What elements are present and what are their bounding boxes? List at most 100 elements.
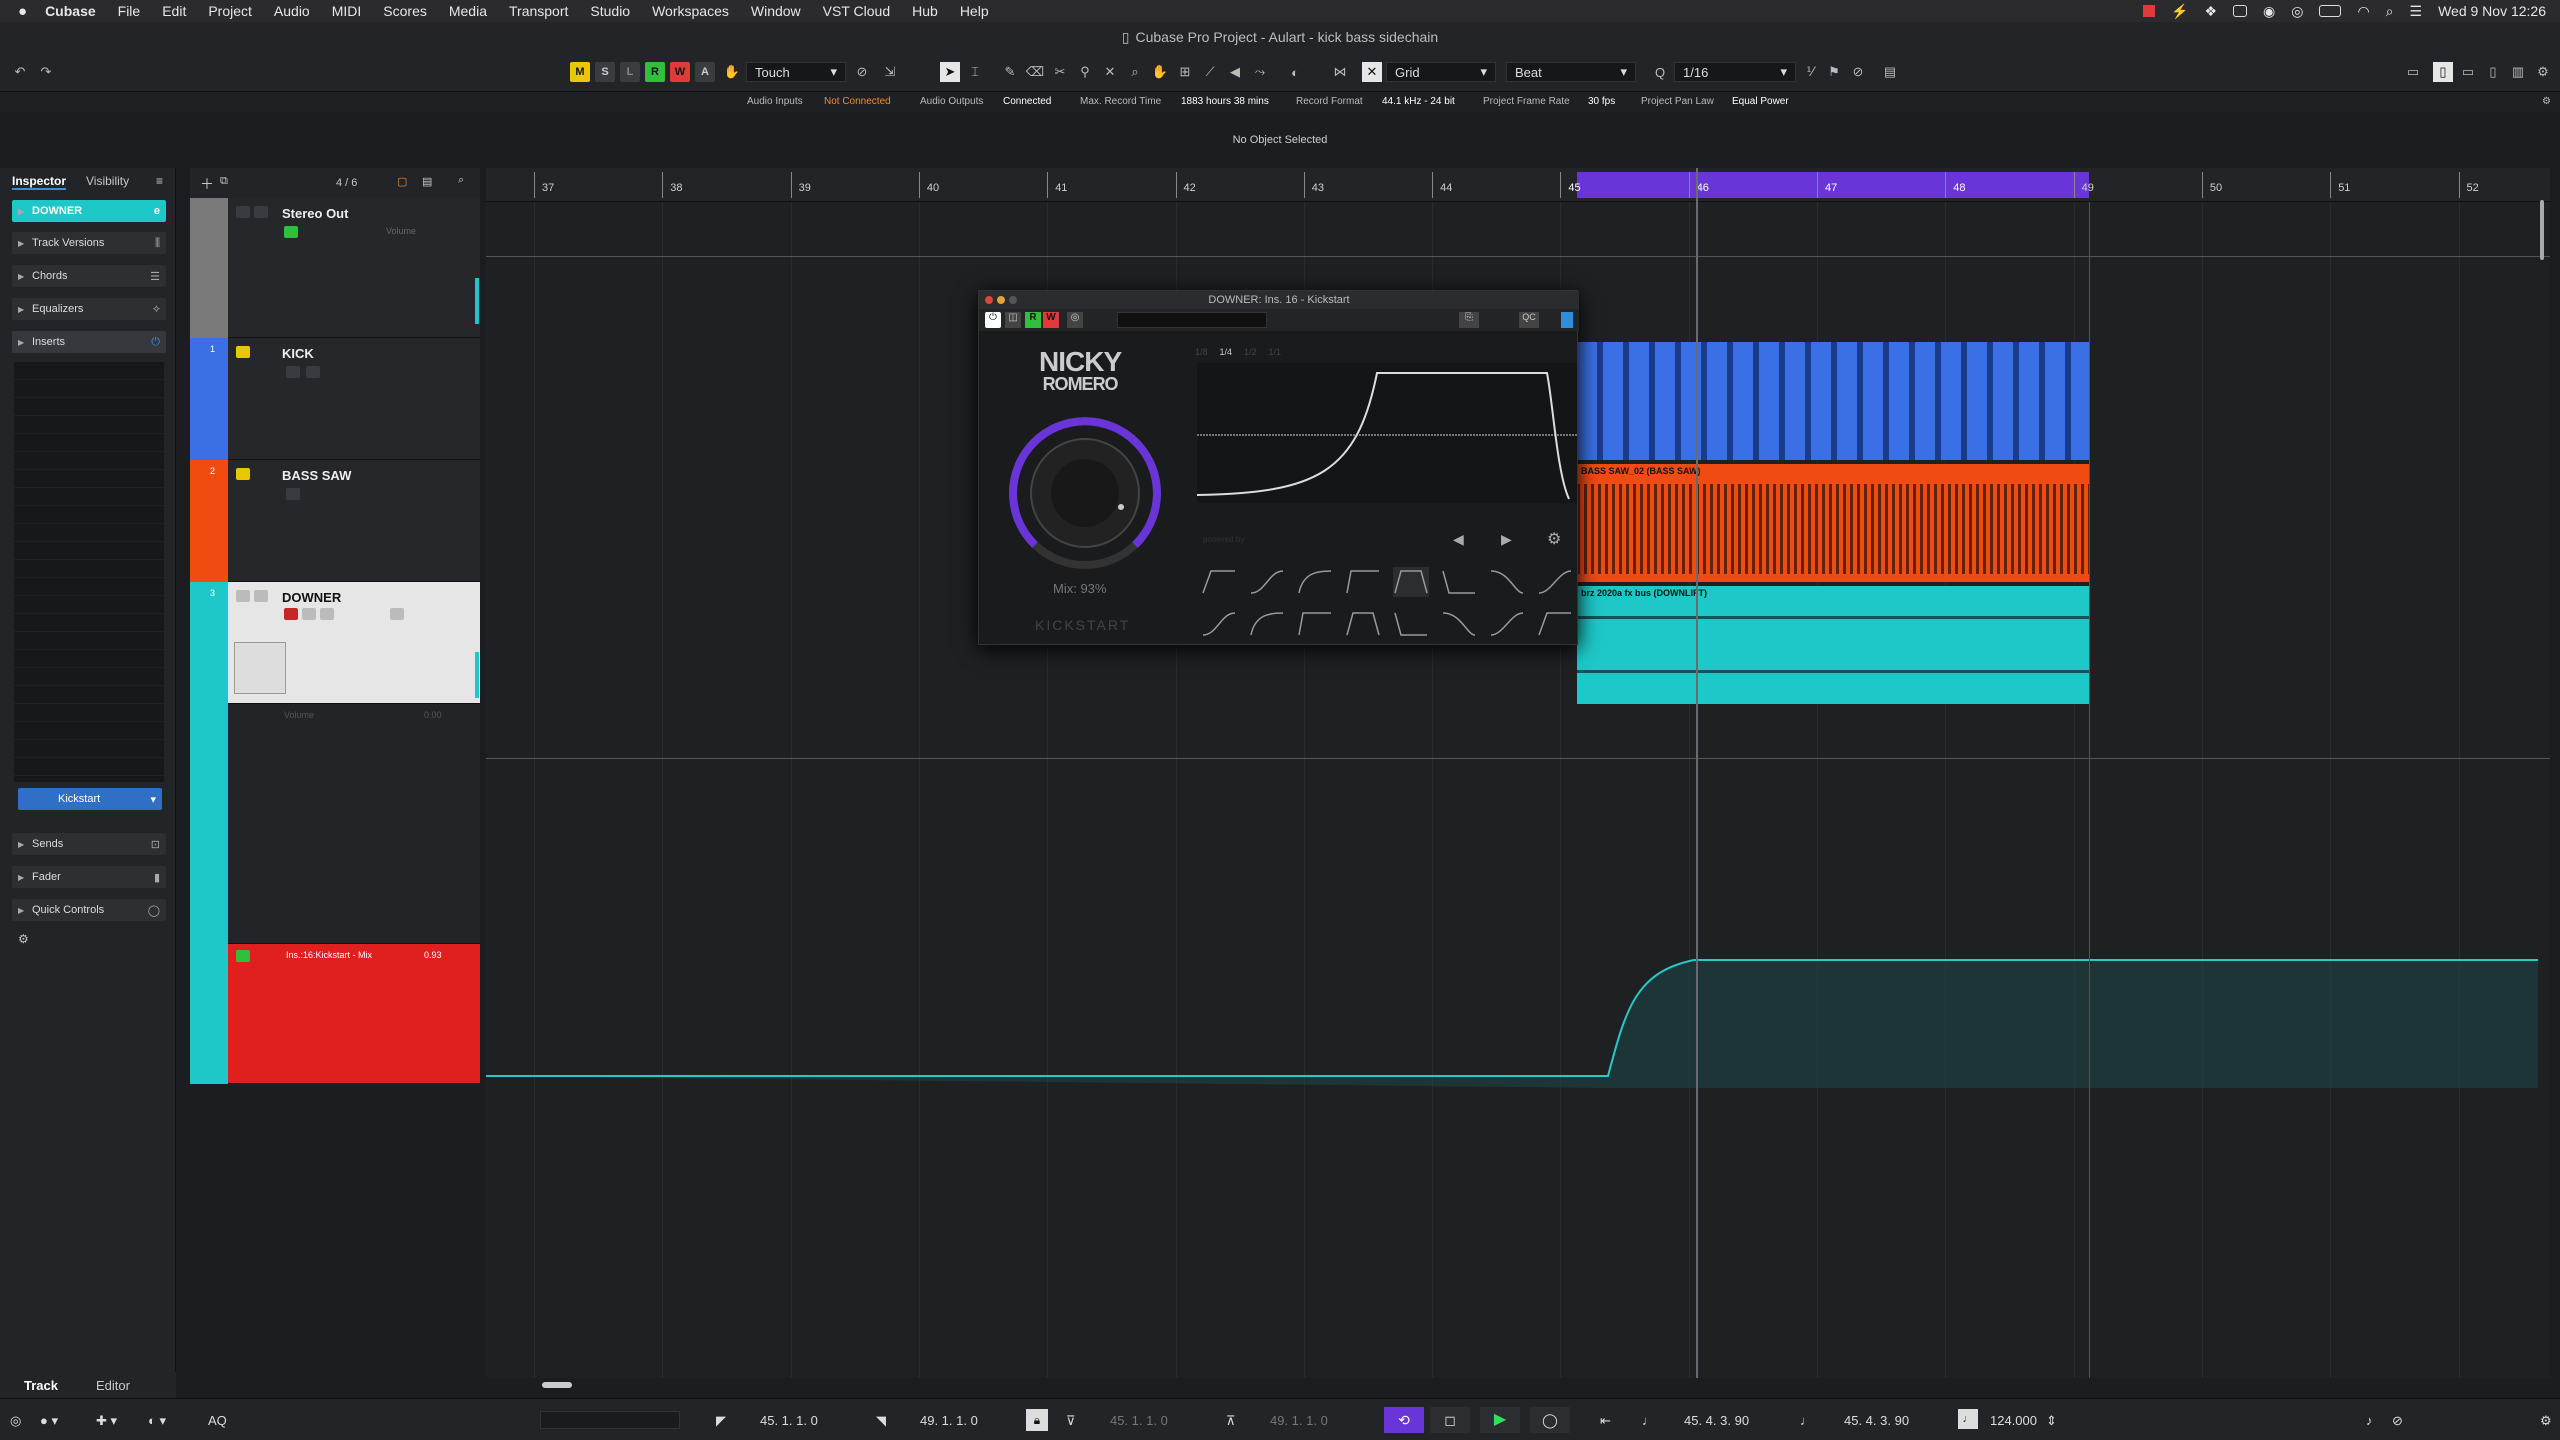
punch-out-time[interactable]: 49. 1. 1. 0	[1270, 1413, 1328, 1428]
read-button[interactable]	[236, 950, 250, 962]
record-status-icon[interactable]	[2143, 5, 2156, 17]
secondary-time-display[interactable]: 45. 4. 3. 90	[1844, 1413, 1909, 1428]
bolt-icon[interactable]: ⚡	[2171, 3, 2188, 20]
inspector-settings-icon[interactable]: ⚙	[18, 932, 29, 946]
rate-1-8[interactable]: 1/8	[1195, 347, 1208, 357]
automation-param-value[interactable]: 0.93	[424, 950, 442, 960]
downer-event[interactable]: brz 2020a fx bus (DOWNLIFT)	[1577, 586, 2089, 704]
plugin-minimize-button[interactable]	[997, 296, 1005, 304]
transport-settings-icon[interactable]: ⚙	[2540, 1413, 2552, 1429]
record-enable-button[interactable]	[284, 608, 298, 620]
insert-slot-kickstart[interactable]: Kickstart ▾	[18, 788, 162, 810]
right-locator[interactable]: 49. 1. 1. 0	[920, 1413, 978, 1428]
plugin-read-button[interactable]: R	[1025, 312, 1041, 328]
tab-inspector[interactable]: Inspector	[12, 174, 67, 190]
track-downer-volume-lane[interactable]: Volume 0.00	[190, 704, 480, 944]
media-icon[interactable]: ◉	[2263, 3, 2275, 20]
snap-type-select[interactable]: Grid ▾	[1386, 62, 1496, 82]
speaker-tool-icon[interactable]: ◀	[1225, 62, 1245, 82]
cycle-button[interactable]: ⟲	[1384, 1407, 1424, 1433]
plugin-zoom-button[interactable]	[1009, 296, 1017, 304]
menu-midi[interactable]: MIDI	[332, 3, 362, 19]
inspector-menu-icon[interactable]: ≡	[156, 174, 163, 190]
mute-button[interactable]	[236, 590, 250, 602]
curve-shape-button[interactable]	[1489, 609, 1525, 639]
solo-button[interactable]	[254, 206, 268, 218]
track-kick[interactable]: 1 KICK	[190, 338, 480, 460]
section-quick-controls[interactable]: Quick Controls◯	[12, 899, 166, 921]
quantize-settings-icon[interactable]: ⚑	[1824, 62, 1844, 82]
frame-rate-value[interactable]: 30 fps	[1588, 96, 1615, 107]
track-bass-saw[interactable]: 2 BASS SAW	[190, 460, 480, 582]
edit-button[interactable]	[320, 608, 334, 620]
line-tool-icon[interactable]: ⟋	[1200, 62, 1220, 82]
track-stereo-out[interactable]: Stereo Out Volume	[190, 198, 480, 338]
curve-shape-button[interactable]	[1393, 567, 1429, 597]
menu-project[interactable]: Project	[208, 3, 252, 19]
horizontal-scrollbar-thumb[interactable]	[542, 1382, 572, 1388]
track-name[interactable]: Stereo Out	[282, 206, 348, 221]
iterative-quantize-icon[interactable]: ⅟	[1800, 62, 1820, 82]
plugin-write-button[interactable]: W	[1043, 312, 1059, 328]
layout-inspector-icon[interactable]: ▯	[2433, 62, 2453, 82]
split-tool-icon[interactable]: ✂	[1050, 62, 1070, 82]
plugin-qc-icon[interactable]: QC	[1519, 312, 1539, 328]
inserts-bypass-icon[interactable]: ⏻	[151, 336, 160, 349]
layout-right-icon[interactable]: ▯	[2483, 62, 2503, 82]
curve-shape-button[interactable]	[1249, 609, 1285, 639]
curve-shape-button[interactable]	[1345, 567, 1381, 597]
read-button[interactable]	[284, 226, 298, 238]
menu-cubase[interactable]: Cubase	[45, 3, 96, 19]
menu-transport[interactable]: Transport	[509, 3, 568, 19]
monitor-button[interactable]	[302, 608, 316, 620]
metronome-icon[interactable]: ♪	[2366, 1413, 2373, 1428]
wifi-icon[interactable]: ◠	[2357, 3, 2369, 20]
prev-shape-icon[interactable]: ◀	[1453, 531, 1464, 548]
user-icon[interactable]: ◎	[2291, 3, 2303, 20]
object-select-tool-icon[interactable]: ➤	[940, 62, 960, 82]
curve-shape-button[interactable]	[1249, 567, 1285, 597]
curve-shape-button[interactable]	[1489, 567, 1525, 597]
solo-state-button[interactable]: S	[595, 62, 615, 82]
pan-law-value[interactable]: Equal Power	[1732, 96, 1789, 107]
apple-menu-icon[interactable]: ●	[18, 3, 27, 20]
track-kickstart-mix-lane[interactable]: Ins.:16:Kickstart - Mix 0.93	[190, 944, 480, 1084]
read-automation-button[interactable]: R	[645, 62, 665, 82]
stop-button[interactable]: ◻	[1430, 1407, 1470, 1433]
curve-shape-button[interactable]	[1537, 609, 1573, 639]
menubar-clock[interactable]: Wed 9 Nov 12:26	[2438, 3, 2546, 19]
plugin-settings-icon[interactable]	[1561, 312, 1573, 328]
tab-visibility[interactable]: Visibility	[86, 174, 129, 190]
nudge-icon[interactable]: ⊘	[1848, 62, 1868, 82]
metronome-mode-icon[interactable]: ◐ ▾	[148, 1413, 166, 1429]
menu-help[interactable]: Help	[960, 3, 989, 19]
quantize-select[interactable]: 1/16 ▾	[1674, 62, 1796, 82]
kick-event[interactable]	[1577, 342, 2089, 460]
plugin-title[interactable]: DOWNER: Ins. 16 - Kickstart	[979, 291, 1579, 309]
click-icon[interactable]: ⊘	[2392, 1413, 2403, 1429]
punch-mode-icon[interactable]: ✚ ▾	[96, 1413, 117, 1429]
vertical-scrollbar-thumb[interactable]	[2540, 200, 2544, 260]
play-button[interactable]: ▶	[1480, 1407, 1520, 1433]
warp-tool-icon[interactable]: ⤳	[1250, 62, 1270, 82]
add-track-icon[interactable]: ＋	[200, 174, 214, 194]
status-settings-icon[interactable]: ⚙	[2542, 96, 2551, 107]
curve-shape-button[interactable]	[1441, 609, 1477, 639]
record-format-value[interactable]: 44.1 kHz - 24 bit	[1382, 96, 1455, 107]
menu-hub[interactable]: Hub	[912, 3, 938, 19]
section-track-versions[interactable]: Track Versions⫼	[12, 232, 166, 254]
lane-param-label[interactable]: Volume	[284, 710, 314, 720]
eraser-tool-icon[interactable]: ⌫	[1025, 62, 1045, 82]
left-locator[interactable]: 45. 1. 1. 0	[760, 1413, 818, 1428]
rate-1-1[interactable]: 1/1	[1269, 347, 1282, 357]
rate-1-4[interactable]: 1/4	[1220, 347, 1233, 357]
plugin-gear-icon[interactable]: ⚙	[1547, 529, 1561, 549]
menu-file[interactable]: File	[118, 3, 141, 19]
menu-edit[interactable]: Edit	[162, 3, 186, 19]
layout-bottom-icon[interactable]: ▭	[2458, 62, 2478, 82]
snap-icon[interactable]: ✕	[1362, 62, 1382, 82]
section-fader[interactable]: Fader▮	[12, 866, 166, 888]
curve-shape-button[interactable]	[1441, 567, 1477, 597]
curve-shape-button[interactable]	[1345, 609, 1381, 639]
tempo-display[interactable]: 124.000	[1990, 1413, 2037, 1428]
